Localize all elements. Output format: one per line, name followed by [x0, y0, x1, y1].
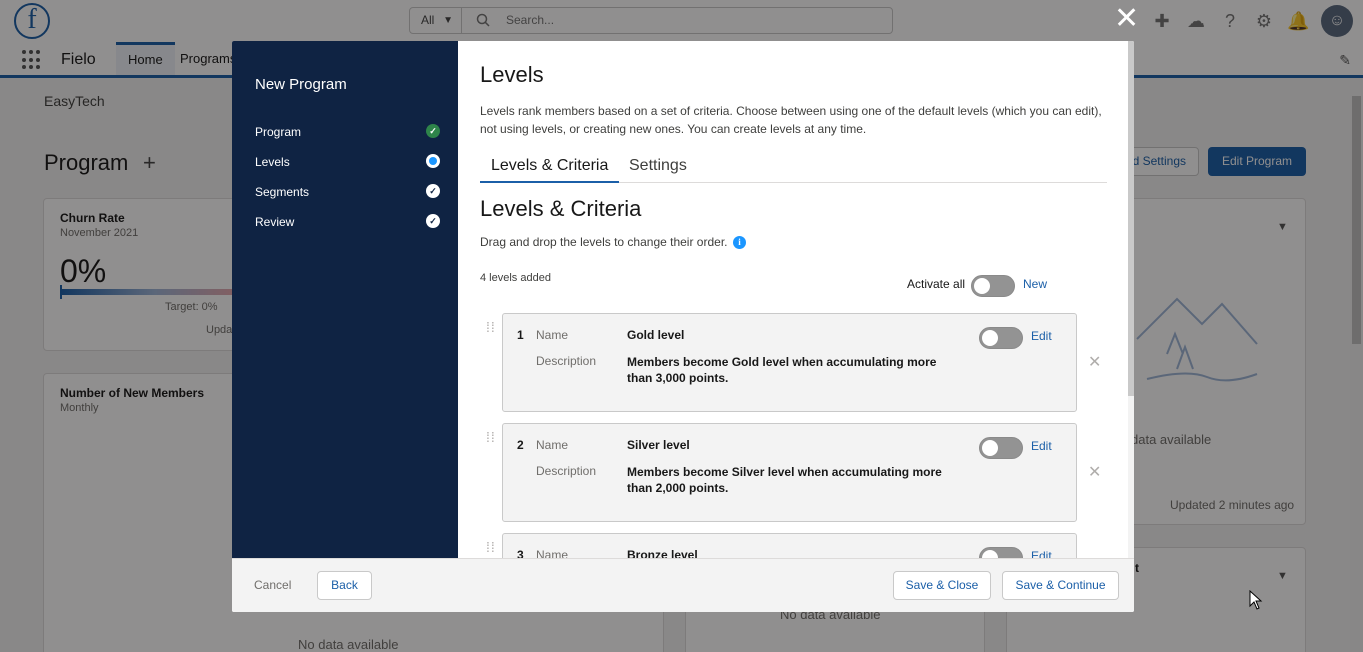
activate-all-toggle[interactable] [971, 275, 1015, 297]
level-active-toggle[interactable] [979, 437, 1023, 459]
level-active-toggle[interactable] [979, 327, 1023, 349]
tab-settings[interactable]: Settings [618, 151, 698, 183]
modal-footer: Cancel Back Save & Close Save & Continue [232, 558, 1134, 612]
drag-hint: Drag and drop the levels to change their… [480, 235, 728, 249]
level-card: 3 Name Bronze level Edit [502, 533, 1077, 558]
edit-level-link[interactable]: Edit [1031, 549, 1052, 558]
check-circle-icon: ✓ [426, 214, 440, 228]
level-number: 2 [517, 438, 524, 452]
level-name: Silver level [627, 438, 690, 452]
step-program[interactable]: Program ✓ [255, 122, 440, 142]
new-level-link[interactable]: New [1023, 277, 1047, 291]
activate-all-label: Activate all [907, 277, 966, 291]
description-label: Description [536, 464, 597, 478]
description-label: Description [536, 354, 597, 368]
tab-levels-criteria[interactable]: Levels & Criteria [480, 151, 620, 183]
edit-level-link[interactable]: Edit [1031, 329, 1052, 343]
close-icon[interactable]: ✕ [1114, 4, 1139, 34]
save-close-button[interactable]: Save & Close [893, 571, 991, 600]
step-review[interactable]: Review ✓ [255, 212, 440, 232]
save-continue-button[interactable]: Save & Continue [1002, 571, 1119, 600]
section-title: Levels & Criteria [480, 196, 642, 221]
name-label: Name [536, 548, 569, 558]
wizard-sidebar: New Program Program ✓ Levels Segments ✓ … [232, 41, 458, 558]
edit-level-link[interactable]: Edit [1031, 439, 1052, 453]
tab-bar: Levels & Criteria Settings [480, 151, 1107, 183]
step-label: Levels [255, 155, 290, 169]
intro-text: Levels rank members based on a set of cr… [480, 104, 1102, 136]
level-name: Bronze level [627, 548, 698, 558]
wizard-title: New Program [255, 76, 347, 93]
step-label: Segments [255, 185, 310, 199]
level-number: 3 [517, 548, 524, 558]
current-step-icon [426, 154, 440, 168]
info-icon[interactable]: i [733, 236, 746, 249]
page-heading: Levels [480, 62, 544, 87]
step-label: Program [255, 125, 302, 139]
level-active-toggle[interactable] [979, 547, 1023, 558]
delete-icon[interactable]: ✕ [1088, 352, 1101, 372]
step-segments[interactable]: Segments ✓ [255, 182, 440, 202]
drag-handle-icon[interactable]: ⁞⁞ [486, 540, 496, 558]
modal-scrollbar[interactable] [1128, 41, 1134, 558]
drag-handle-icon[interactable]: ⁞⁞ [486, 320, 496, 342]
check-circle-icon: ✓ [426, 124, 440, 138]
drag-handle-icon[interactable]: ⁞⁞ [486, 430, 496, 452]
levels-content: Levels Levels rank members based on a se… [458, 41, 1128, 558]
back-button[interactable]: Back [317, 571, 372, 600]
level-card: 2 Name Silver level Description Members … [502, 423, 1077, 522]
level-description: Members become Silver level when accumul… [627, 465, 942, 495]
check-circle-icon: ✓ [426, 184, 440, 198]
cancel-button[interactable]: Cancel [254, 578, 291, 592]
name-label: Name [536, 328, 569, 342]
step-levels[interactable]: Levels [255, 152, 440, 172]
levels-count: 4 levels added [480, 272, 551, 284]
new-program-modal: New Program Program ✓ Levels Segments ✓ … [232, 41, 1134, 612]
mouse-cursor-icon [1249, 590, 1263, 610]
level-number: 1 [517, 328, 524, 342]
level-card: 1 Name Gold level Description Members be… [502, 313, 1077, 412]
name-label: Name [536, 438, 569, 452]
level-description: Members become Gold level when accumulat… [627, 355, 937, 385]
level-name: Gold level [627, 328, 685, 342]
scrollbar-thumb[interactable] [1128, 41, 1134, 396]
step-label: Review [255, 215, 295, 229]
delete-icon[interactable]: ✕ [1088, 462, 1101, 482]
